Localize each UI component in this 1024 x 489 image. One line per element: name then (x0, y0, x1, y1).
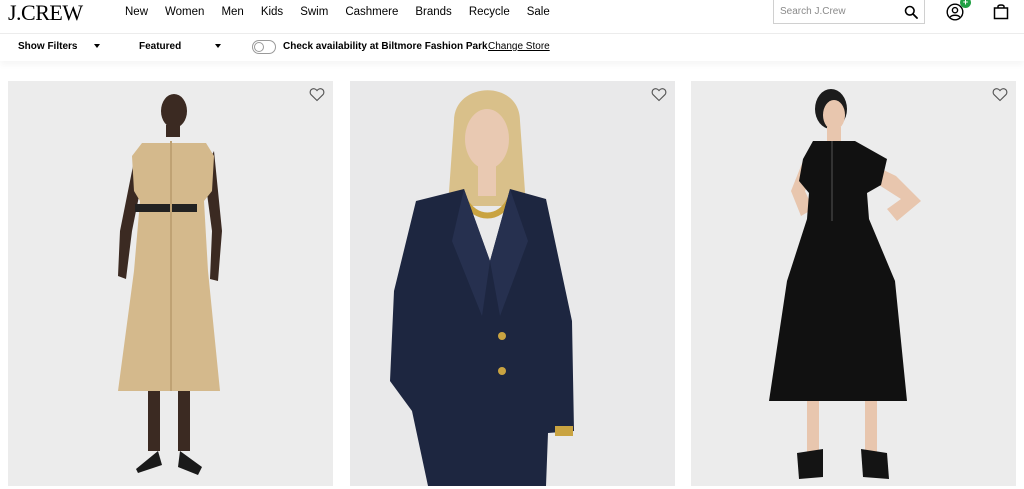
shopping-bag-icon[interactable] (993, 3, 1009, 20)
search-input[interactable] (780, 6, 900, 17)
product-card[interactable] (350, 81, 675, 486)
heart-icon[interactable] (309, 87, 325, 102)
nav-item-cashmere[interactable]: Cashmere (345, 5, 398, 21)
nav-item-women[interactable]: Women (165, 5, 204, 21)
search-icon[interactable] (904, 5, 918, 19)
heart-icon[interactable] (651, 87, 667, 102)
heart-icon[interactable] (992, 87, 1008, 102)
store-availability-toggle[interactable] (252, 40, 276, 54)
nav-item-kids[interactable]: Kids (261, 5, 283, 21)
account-badge: + (960, 0, 971, 8)
jcrew-logo[interactable]: J.CREW (8, 0, 83, 26)
nav-item-new[interactable]: New (125, 5, 148, 21)
product-card[interactable] (8, 81, 333, 486)
product-card[interactable] (691, 81, 1016, 486)
chevron-down-icon[interactable] (94, 44, 100, 48)
sort-select[interactable]: Featured (139, 41, 181, 53)
show-filters-button[interactable]: Show Filters (18, 41, 77, 53)
nav-item-recycle[interactable]: Recycle (469, 5, 510, 21)
availability-label: Check availability at Biltmore Fashion P… (283, 41, 488, 52)
product-image[interactable] (350, 81, 675, 486)
toggle-knob (254, 42, 264, 52)
nav-item-swim[interactable]: Swim (300, 5, 328, 21)
change-store-link[interactable]: Change Store (488, 41, 550, 53)
search-box (773, 0, 925, 24)
nav-item-men[interactable]: Men (221, 5, 243, 21)
product-image[interactable] (691, 81, 1016, 486)
nav-item-sale[interactable]: Sale (527, 5, 550, 21)
site-header: J.CREW New Women Men Kids Swim Cashmere … (0, 0, 1024, 30)
main-nav: New Women Men Kids Swim Cashmere Brands … (125, 5, 550, 21)
product-image[interactable] (8, 81, 333, 486)
filter-bar: Show Filters Featured Check availability… (0, 33, 1024, 61)
chevron-down-icon[interactable] (215, 44, 221, 48)
nav-item-brands[interactable]: Brands (415, 5, 451, 21)
